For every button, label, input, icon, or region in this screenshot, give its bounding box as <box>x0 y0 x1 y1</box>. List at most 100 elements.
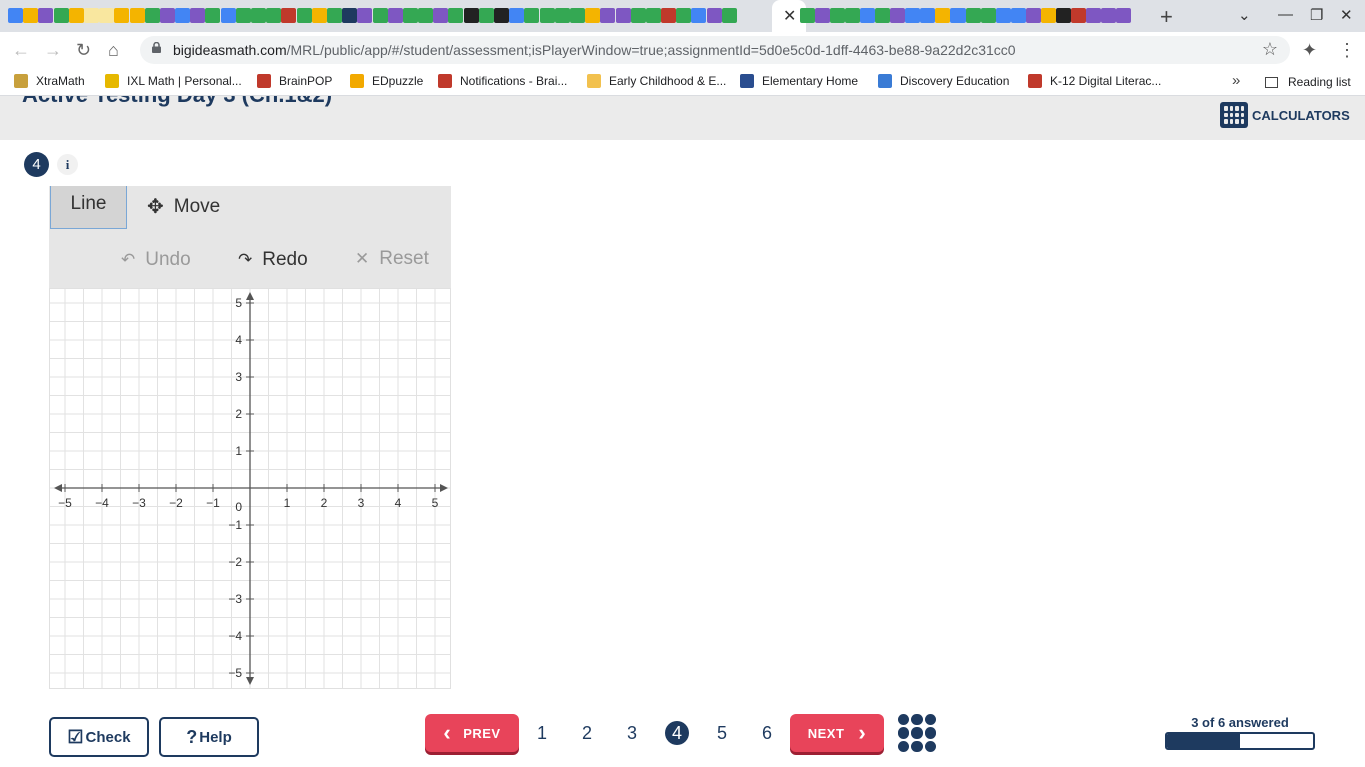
tab-favicon[interactable] <box>326 8 342 23</box>
page-number-3[interactable]: 3 <box>620 721 644 745</box>
tab-favicon[interactable] <box>860 8 876 23</box>
tab-favicon[interactable] <box>220 8 236 23</box>
coordinate-plane-svg[interactable]: −5 −4 −3 −2 −1 1 2 3 4 5 5 4 3 2 1 −1 −2 −3 −4 −5 0 <box>50 289 450 688</box>
tab-favicon[interactable] <box>661 8 677 23</box>
menu-icon[interactable]: ⋮ <box>1338 40 1356 61</box>
tab-favicon[interactable] <box>418 8 434 23</box>
tab-favicons[interactable] <box>8 8 737 24</box>
tab-favicon[interactable] <box>1085 8 1101 23</box>
tab-favicon[interactable] <box>539 8 555 23</box>
reading-list[interactable]: Reading list <box>1265 75 1351 89</box>
tab-favicon[interactable] <box>1025 8 1041 23</box>
tab-favicon[interactable] <box>8 8 24 23</box>
forward-icon[interactable]: → <box>44 40 62 61</box>
tab-favicon[interactable] <box>721 8 737 23</box>
more-bookmarks-icon[interactable]: » <box>1232 72 1240 89</box>
reload-icon[interactable]: ↻ <box>76 40 91 61</box>
bookmark-item[interactable]: XtraMath <box>14 74 85 88</box>
tab-favicon[interactable] <box>920 8 936 23</box>
tab-favicon[interactable] <box>676 8 692 23</box>
tab-favicon[interactable] <box>159 8 175 23</box>
tab-favicon[interactable] <box>569 8 585 23</box>
new-tab-icon[interactable]: + <box>1160 4 1173 30</box>
redo-button[interactable]: ↷ Redo <box>238 249 308 271</box>
question-grid-icon[interactable] <box>898 714 936 752</box>
tab-favicon[interactable] <box>68 8 84 23</box>
tab-favicon[interactable] <box>190 8 206 23</box>
calculators-button[interactable]: CALCULATORS <box>1220 102 1350 128</box>
tab-favicon[interactable] <box>357 8 373 23</box>
tab-favicon[interactable] <box>875 8 891 23</box>
tab-favicon[interactable] <box>99 8 115 23</box>
tab-favicon[interactable] <box>691 8 707 23</box>
tab-favicon[interactable] <box>38 8 54 23</box>
tab-favicon[interactable] <box>615 8 631 23</box>
tab-favicon[interactable] <box>815 8 831 23</box>
tab-favicon[interactable] <box>950 8 966 23</box>
tab-favicon[interactable] <box>845 8 861 23</box>
tab-favicon[interactable] <box>53 8 69 23</box>
tab-favicon[interactable] <box>524 8 540 23</box>
tab-favicon[interactable] <box>266 8 282 23</box>
page-number-4[interactable]: 4 <box>665 721 689 745</box>
tab-favicon[interactable] <box>1055 8 1071 23</box>
tab-favicon[interactable] <box>478 8 494 23</box>
tab-favicon[interactable] <box>205 8 221 23</box>
page-number-2[interactable]: 2 <box>575 721 599 745</box>
prev-button[interactable]: ‹ PREV <box>425 714 519 752</box>
page-number-1[interactable]: 1 <box>530 721 554 745</box>
tab-favicon[interactable] <box>129 8 145 23</box>
tab-favicon[interactable] <box>311 8 327 23</box>
tab-favicon[interactable] <box>235 8 251 23</box>
move-tool-button[interactable]: ✥ Move <box>147 194 220 219</box>
bookmark-item[interactable]: Elementary Home <box>740 74 858 88</box>
tab-favicon[interactable] <box>1040 8 1056 23</box>
tab-favicon[interactable] <box>251 8 267 23</box>
bookmark-item[interactable]: BrainPOP <box>257 74 332 88</box>
address-bar[interactable]: bigideasmath.com/MRL/public/app/#/studen… <box>140 36 1290 64</box>
window-close-icon[interactable]: ✕ <box>1340 6 1353 24</box>
tab-favicon[interactable] <box>387 8 403 23</box>
bookmark-item[interactable]: Discovery Education <box>878 74 1009 88</box>
coordinate-plane[interactable]: −5 −4 −3 −2 −1 1 2 3 4 5 5 4 3 2 1 −1 −2 −3 −4 −5 0 <box>49 288 451 689</box>
tab-favicon[interactable] <box>1100 8 1116 23</box>
info-icon[interactable]: i <box>57 154 78 175</box>
tab-favicon[interactable] <box>830 8 846 23</box>
tab-favicon[interactable] <box>463 8 479 23</box>
undo-button[interactable]: ↶ Undo <box>121 249 191 271</box>
tab-favicon[interactable] <box>935 8 951 23</box>
tab-favicon[interactable] <box>448 8 464 23</box>
close-tab-icon[interactable]: ✕ <box>783 6 796 26</box>
tab-favicon[interactable] <box>630 8 646 23</box>
tab-favicon[interactable] <box>114 8 130 23</box>
bookmark-item[interactable]: IXL Math | Personal... <box>105 74 242 88</box>
bookmark-item[interactable]: EDpuzzle <box>350 74 423 88</box>
tab-favicon[interactable] <box>800 8 816 23</box>
extensions-icon[interactable]: ✦ <box>1302 40 1317 61</box>
tab-favicon[interactable] <box>281 8 297 23</box>
tab-favicon[interactable] <box>372 8 388 23</box>
line-tool-button[interactable]: Line <box>50 186 127 229</box>
minimize-icon[interactable]: — <box>1278 6 1293 23</box>
help-button[interactable]: ? Help <box>159 717 259 757</box>
back-icon[interactable]: ← <box>12 40 30 61</box>
tab-favicon[interactable] <box>645 8 661 23</box>
tab-favicon[interactable] <box>509 8 525 23</box>
tab-favicon[interactable] <box>995 8 1011 23</box>
tab-favicon[interactable] <box>175 8 191 23</box>
tab-favicon[interactable] <box>342 8 358 23</box>
tab-favicon[interactable] <box>905 8 921 23</box>
tab-favicon[interactable] <box>600 8 616 23</box>
next-button[interactable]: NEXT › <box>790 714 884 752</box>
tab-favicon[interactable] <box>706 8 722 23</box>
bookmark-item[interactable]: Early Childhood & E... <box>587 74 726 88</box>
tab-favicon[interactable] <box>980 8 996 23</box>
check-button[interactable]: ☑ Check <box>49 717 149 757</box>
tab-favicon[interactable] <box>402 8 418 23</box>
tab-favicon[interactable] <box>1010 8 1026 23</box>
tab-favicon[interactable] <box>1115 8 1132 23</box>
bookmark-item[interactable]: K-12 Digital Literac... <box>1028 74 1161 88</box>
restore-icon[interactable]: ❐ <box>1310 6 1323 24</box>
bookmark-item[interactable]: Notifications - Brai... <box>438 74 567 88</box>
reset-button[interactable]: ✕ Reset <box>355 248 429 270</box>
